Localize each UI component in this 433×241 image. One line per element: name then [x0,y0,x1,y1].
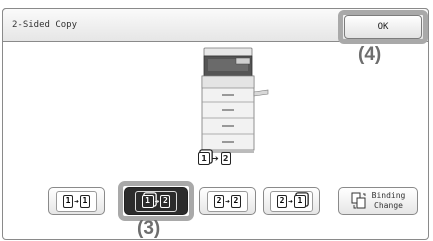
arrow-right-icon: ➔ [154,196,160,206]
arrow-right-icon: ➔ [212,154,219,163]
mode-2-to-1-button[interactable]: 2 ➔ 1 [263,187,320,215]
page-icon: 2 [220,152,231,165]
binding-change-icon [351,192,366,209]
mode-1-to-2-button[interactable]: 1 ➔ 2 [124,187,188,215]
arrow-right-icon: ➔ [74,196,79,206]
page-icon: 1 [198,152,210,165]
dialog-title: 2-Sided Copy [12,20,78,30]
mode-1-to-1-button[interactable]: 1 ➔ 1 [48,187,105,215]
callout-label-3: (3) [137,218,161,239]
page-icon: 1 [63,194,74,208]
mode-icon: 2 ➔ 2 [207,190,248,212]
page-icon: 2 [230,194,241,208]
binding-change-label: Binding Change [371,191,406,210]
page-icon: 2 [160,194,171,208]
copier-icon [201,47,269,153]
mode-icon: 1 ➔ 2 [134,190,178,212]
mode-2-to-2-button[interactable]: 2 ➔ 2 [199,187,256,215]
page-icon: 2 [214,194,225,208]
page-icon: 2 [277,194,288,208]
page-icon: 1 [293,194,306,208]
page-icon: 1 [79,194,90,208]
current-mode-indicator: 1 ➔ 2 [198,152,231,165]
binding-change-button[interactable]: Binding Change [338,187,418,215]
callout-label-4: (4) [358,44,382,65]
mode-icon: 1 ➔ 1 [56,190,97,212]
arrow-right-icon: ➔ [288,196,293,206]
ok-button[interactable]: OK [344,15,422,39]
mode-icon: 2 ➔ 1 [270,190,313,212]
arrow-right-icon: ➔ [225,196,230,206]
page-icon: 1 [141,194,154,208]
